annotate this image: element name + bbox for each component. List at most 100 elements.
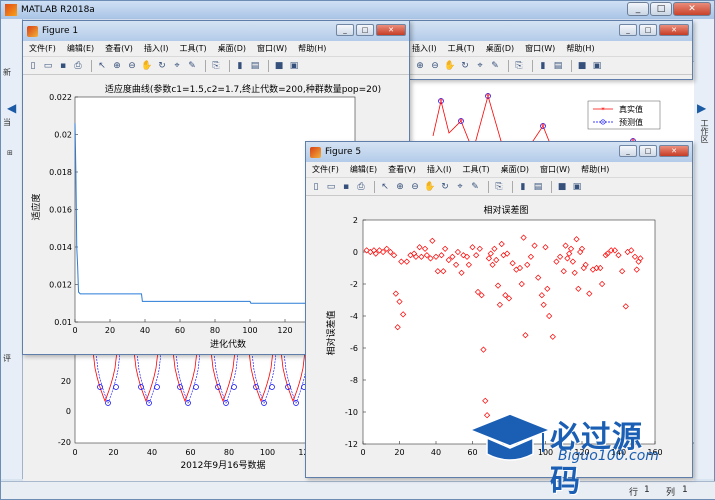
zoom-out-icon[interactable]: ⊖ — [429, 60, 441, 72]
bg-menu-desktop[interactable]: 桌面(D) — [486, 43, 514, 54]
fig5-y-tick-label: -2 — [350, 280, 358, 289]
bg-menu-tools[interactable]: 工具(T) — [448, 43, 475, 54]
left-label-new[interactable]: 新 — [3, 67, 11, 78]
menu-edit[interactable]: 编辑(E) — [350, 164, 377, 175]
menu-tools[interactable]: 工具(T) — [179, 43, 206, 54]
left-label-command[interactable]: 评 — [3, 353, 11, 364]
show-tools-icon[interactable]: ▣ — [571, 181, 583, 193]
bg-menu-help[interactable]: 帮助(H) — [566, 43, 594, 54]
background-figure-window: _ □ ✕ 插入(I) 工具(T) 桌面(D) 窗口(W) 帮助(H) ⊕ ⊖ … — [410, 20, 693, 80]
fig1-x-tick-label: 100 — [242, 326, 257, 335]
bg-menu-window[interactable]: 窗口(W) — [525, 43, 555, 54]
open-icon[interactable]: ▭ — [325, 181, 337, 193]
menu-view[interactable]: 查看(V) — [388, 164, 416, 175]
bg-x-tick-label: 20 — [108, 448, 118, 457]
hide-tools-icon[interactable]: ■ — [576, 60, 588, 72]
save-icon[interactable]: ▪ — [340, 181, 352, 193]
fig5-maximize-button[interactable]: □ — [639, 145, 657, 157]
rotate-icon[interactable]: ↻ — [156, 60, 168, 72]
fig1-y-tick-label: 0.014 — [49, 243, 72, 252]
menu-window[interactable]: 窗口(W) — [540, 164, 570, 175]
show-tools-icon[interactable]: ▣ — [288, 60, 300, 72]
bg-x-tick-label: 100 — [260, 448, 275, 457]
fig1-maximize-button[interactable]: □ — [356, 24, 374, 36]
menu-insert[interactable]: 插入(I) — [144, 43, 169, 54]
pan-icon[interactable]: ✋ — [424, 181, 436, 193]
pan-icon[interactable]: ✋ — [141, 60, 153, 72]
menu-file[interactable]: 文件(F) — [312, 164, 339, 175]
status-col-value: 1 — [682, 485, 688, 495]
edit-plot-icon[interactable]: ↖ — [379, 181, 391, 193]
menu-window[interactable]: 窗口(W) — [257, 43, 287, 54]
hide-tools-icon[interactable]: ■ — [273, 60, 285, 72]
menu-desktop[interactable]: 桌面(D) — [501, 164, 529, 175]
menu-view[interactable]: 查看(V) — [105, 43, 133, 54]
save-icon[interactable]: ▪ — [57, 60, 69, 72]
legend-icon[interactable]: ▤ — [249, 60, 261, 72]
colorbar-icon[interactable]: ▮ — [234, 60, 246, 72]
legend-icon[interactable]: ▤ — [532, 181, 544, 193]
bg-fig-maximize-button[interactable]: □ — [639, 24, 657, 36]
rotate-icon[interactable]: ↻ — [459, 60, 471, 72]
datacursor-icon[interactable]: ⌖ — [474, 60, 486, 72]
toolbar-separator — [571, 59, 572, 72]
fig5-close-button[interactable]: ✕ — [659, 145, 689, 157]
menu-file[interactable]: 文件(F) — [29, 43, 56, 54]
zoom-out-icon[interactable]: ⊖ — [126, 60, 138, 72]
legend-real: 真实值 — [619, 104, 643, 114]
menu-help[interactable]: 帮助(H) — [298, 43, 326, 54]
show-tools-icon[interactable]: ▣ — [591, 60, 603, 72]
print-icon[interactable]: ⎙ — [355, 181, 367, 193]
edit-plot-icon[interactable]: ↖ — [96, 60, 108, 72]
new-figure-icon[interactable]: ▯ — [27, 60, 39, 72]
minimize-button[interactable]: _ — [627, 2, 649, 16]
left-label-current[interactable]: 当 — [3, 117, 11, 128]
bg-menu-insert[interactable]: 插入(I) — [412, 43, 437, 54]
brush-icon[interactable]: ✎ — [186, 60, 198, 72]
toolbar-separator — [229, 59, 230, 72]
maximize-button[interactable]: □ — [650, 2, 672, 16]
brush-icon[interactable]: ✎ — [489, 60, 501, 72]
pan-icon[interactable]: ✋ — [444, 60, 456, 72]
rotate-icon[interactable]: ↻ — [439, 181, 451, 193]
workspace-label[interactable]: 工作区 — [699, 119, 710, 143]
back-arrow-icon[interactable]: ◀ — [7, 101, 16, 115]
new-figure-icon[interactable]: ▯ — [310, 181, 322, 193]
brush-icon[interactable]: ✎ — [469, 181, 481, 193]
fig5-y-tick-label: 0 — [353, 248, 358, 257]
zoom-in-icon[interactable]: ⊕ — [111, 60, 123, 72]
zoom-in-icon[interactable]: ⊕ — [394, 181, 406, 193]
zoom-in-icon[interactable]: ⊕ — [414, 60, 426, 72]
print-icon[interactable]: ⎙ — [72, 60, 84, 72]
link-icon[interactable]: ⎘ — [493, 181, 505, 193]
bg-fig-minimize-button[interactable]: _ — [619, 24, 637, 36]
toolbar-separator — [512, 180, 513, 193]
fig5-ylabel: 相对误差值 — [325, 310, 337, 355]
hide-tools-icon[interactable]: ■ — [556, 181, 568, 193]
legend-icon[interactable]: ▤ — [552, 60, 564, 72]
menu-desktop[interactable]: 桌面(D) — [218, 43, 246, 54]
expand-icon[interactable]: ⊞ — [7, 149, 13, 157]
fig5-minimize-button[interactable]: _ — [619, 145, 637, 157]
fig1-x-tick-label: 0 — [72, 326, 77, 335]
fig1-minimize-button[interactable]: _ — [336, 24, 354, 36]
background-figure-titlebar: _ □ ✕ — [410, 21, 692, 41]
link-icon[interactable]: ⎘ — [210, 60, 222, 72]
menu-tools[interactable]: 工具(T) — [462, 164, 489, 175]
menu-edit[interactable]: 编辑(E) — [67, 43, 94, 54]
close-button[interactable]: ✕ — [673, 2, 711, 16]
colorbar-icon[interactable]: ▮ — [517, 181, 529, 193]
menu-help[interactable]: 帮助(H) — [581, 164, 609, 175]
figure1-toolbar: ▯ ▭ ▪ ⎙ ↖ ⊕ ⊖ ✋ ↻ ⌖ ✎ ⎘ ▮ ▤ ■ ▣ — [23, 57, 409, 75]
datacursor-icon[interactable]: ⌖ — [454, 181, 466, 193]
datacursor-icon[interactable]: ⌖ — [171, 60, 183, 72]
open-icon[interactable]: ▭ — [42, 60, 54, 72]
matlab-logo-icon — [5, 4, 17, 16]
bg-fig-close-button[interactable]: ✕ — [659, 24, 689, 36]
menu-insert[interactable]: 插入(I) — [427, 164, 452, 175]
forward-arrow-icon[interactable]: ▶ — [697, 101, 706, 115]
link-icon[interactable]: ⎘ — [513, 60, 525, 72]
fig1-close-button[interactable]: ✕ — [376, 24, 406, 36]
colorbar-icon[interactable]: ▮ — [537, 60, 549, 72]
zoom-out-icon[interactable]: ⊖ — [409, 181, 421, 193]
